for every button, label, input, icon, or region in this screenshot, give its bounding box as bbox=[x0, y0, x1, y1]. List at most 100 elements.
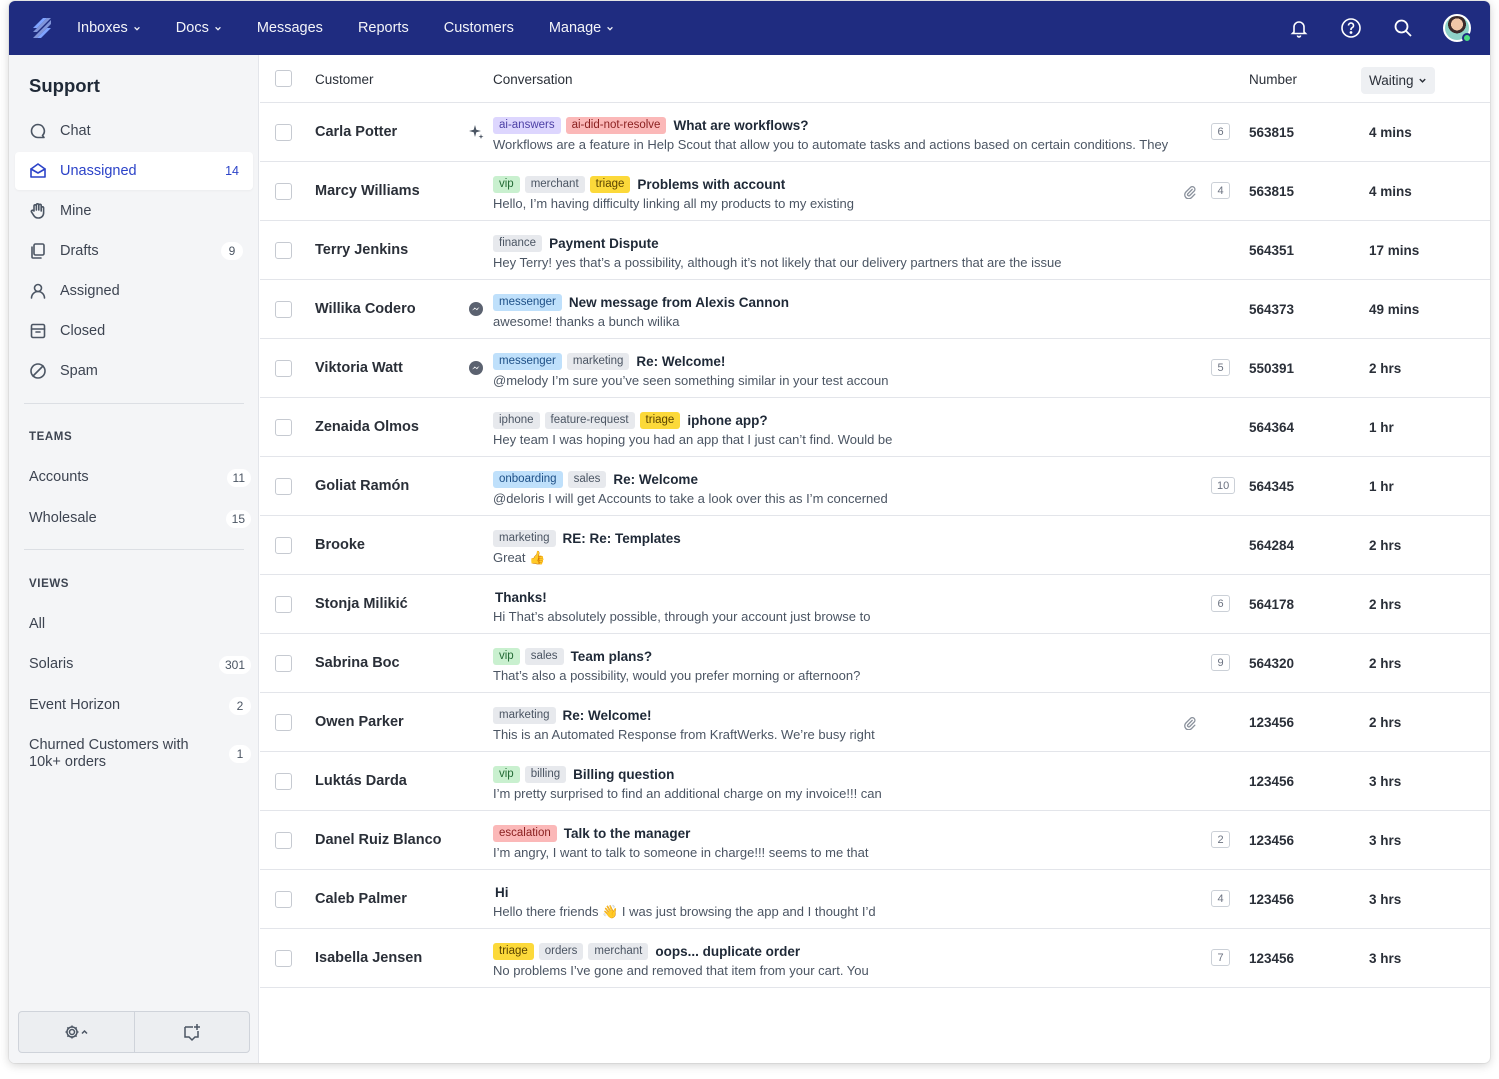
tag-badge[interactable]: messenger bbox=[493, 293, 562, 311]
table-row[interactable]: Goliat Ramón onboarding sales Re: Welcome @d… bbox=[260, 457, 1490, 516]
nav-item-inboxes[interactable]: Inboxes bbox=[77, 20, 141, 36]
sort-dropdown[interactable]: Waiting bbox=[1361, 67, 1435, 94]
tag-badge[interactable]: sales bbox=[524, 647, 564, 665]
row-checkbox[interactable] bbox=[275, 891, 292, 908]
row-checkbox[interactable] bbox=[275, 714, 292, 731]
customer-name[interactable]: Luktás Darda bbox=[315, 773, 407, 789]
table-row[interactable]: Carla Potter ai-answers ai-did-not-resolve… bbox=[260, 103, 1490, 162]
bell-icon[interactable] bbox=[1287, 16, 1311, 40]
row-checkbox[interactable] bbox=[275, 301, 292, 318]
tag-badge[interactable]: triage bbox=[589, 175, 631, 193]
sidebar-team-wholesale[interactable]: Wholesale 15 bbox=[29, 510, 251, 528]
select-all-checkbox[interactable] bbox=[275, 70, 292, 87]
customer-name[interactable]: Carla Potter bbox=[315, 124, 397, 140]
row-checkbox[interactable] bbox=[275, 596, 292, 613]
sidebar-view-item[interactable]: Event Horizon 2 bbox=[29, 697, 251, 715]
row-checkbox[interactable] bbox=[275, 242, 292, 259]
table-row[interactable]: Marcy Williams vip merchant triage Problems … bbox=[260, 162, 1490, 221]
table-row[interactable]: Terry Jenkins finance Payment Dispute Hey T… bbox=[260, 221, 1490, 280]
row-checkbox[interactable] bbox=[275, 655, 292, 672]
tag-badge[interactable]: onboarding bbox=[493, 470, 563, 488]
tag-badge[interactable]: ai-did-not-resolve bbox=[565, 116, 667, 134]
nav-item-docs[interactable]: Docs bbox=[176, 20, 222, 36]
row-checkbox[interactable] bbox=[275, 124, 292, 141]
tag-badge[interactable]: sales bbox=[567, 470, 607, 488]
sidebar-item-unassigned[interactable]: Unassigned 14 bbox=[15, 152, 253, 190]
tag-badge[interactable]: marketing bbox=[566, 352, 630, 370]
tag-badge[interactable]: finance bbox=[493, 234, 543, 252]
sidebar-item-chat[interactable]: Chat bbox=[15, 112, 253, 150]
table-row[interactable]: Viktoria Watt messenger marketing Re: Welco… bbox=[260, 339, 1490, 398]
tag-badge[interactable]: vip bbox=[493, 647, 520, 665]
customer-name[interactable]: Isabella Jensen bbox=[315, 950, 422, 966]
sidebar-view-item[interactable]: Solaris 301 bbox=[29, 656, 251, 674]
row-checkbox[interactable] bbox=[275, 537, 292, 554]
row-checkbox[interactable] bbox=[275, 360, 292, 377]
row-checkbox[interactable] bbox=[275, 478, 292, 495]
tag-badge[interactable]: vip bbox=[493, 765, 520, 783]
nav-item-customers[interactable]: Customers bbox=[444, 20, 514, 36]
new-conversation-button[interactable] bbox=[133, 1012, 250, 1052]
search-icon[interactable] bbox=[1391, 16, 1415, 40]
table-row[interactable]: Isabella Jensen triage orders merchant oops.… bbox=[260, 929, 1490, 988]
table-row[interactable]: Sabrina Boc vip sales Team plans? That’s als… bbox=[260, 634, 1490, 693]
tag-badge[interactable]: escalation bbox=[493, 824, 557, 842]
table-row[interactable]: Luktás Darda vip billing Billing question I’… bbox=[260, 752, 1490, 811]
row-checkbox[interactable] bbox=[275, 950, 292, 967]
sidebar-team-accounts[interactable]: Accounts 11 bbox=[29, 469, 251, 487]
tag-badge[interactable]: ai-answers bbox=[493, 116, 561, 134]
hand-icon bbox=[29, 202, 47, 220]
tag-badge[interactable]: triage bbox=[639, 411, 681, 429]
nav-item-reports[interactable]: Reports bbox=[358, 20, 409, 36]
table-row[interactable]: Danel Ruiz Blanco escalation Talk to the m… bbox=[260, 811, 1490, 870]
nav-item-manage[interactable]: Manage bbox=[549, 20, 614, 36]
customer-name[interactable]: Viktoria Watt bbox=[315, 360, 403, 376]
customer-name[interactable]: Sabrina Boc bbox=[315, 655, 400, 671]
tag-badge[interactable]: feature-request bbox=[544, 411, 635, 429]
help-icon[interactable] bbox=[1339, 16, 1363, 40]
customer-name[interactable]: Goliat Ramón bbox=[315, 478, 409, 494]
sidebar-item-mine[interactable]: Mine bbox=[15, 192, 253, 230]
customer-name[interactable]: Brooke bbox=[315, 537, 365, 553]
sidebar-view-item[interactable]: Churned Customers with 10k+ orders 1 bbox=[29, 737, 251, 771]
helpscout-logo-icon[interactable] bbox=[27, 13, 57, 43]
customer-name[interactable]: Terry Jenkins bbox=[315, 242, 408, 258]
sidebar-item-drafts[interactable]: Drafts 9 bbox=[15, 232, 253, 270]
customer-name[interactable]: Owen Parker bbox=[315, 714, 404, 730]
tag-badge[interactable]: marketing bbox=[493, 706, 556, 724]
customer-name[interactable]: Caleb Palmer bbox=[315, 891, 407, 907]
row-checkbox[interactable] bbox=[275, 832, 292, 849]
sidebar-item-closed[interactable]: Closed bbox=[15, 312, 253, 350]
tag-badge[interactable]: vip bbox=[493, 175, 520, 193]
row-checkbox[interactable] bbox=[275, 773, 292, 790]
avatar[interactable] bbox=[1443, 14, 1472, 43]
table-row[interactable]: Zenaida Olmos iphone feature-request triage… bbox=[260, 398, 1490, 457]
tag-badge[interactable]: marketing bbox=[493, 529, 556, 547]
table-row[interactable]: Owen Parker marketing Re: Welcome! This is … bbox=[260, 693, 1490, 752]
customer-name[interactable]: Marcy Williams bbox=[315, 183, 420, 199]
tag-badge[interactable]: billing bbox=[524, 765, 567, 783]
tag-badge[interactable]: triage bbox=[493, 942, 534, 960]
table-row[interactable]: Willika Codero messenger New message from … bbox=[260, 280, 1490, 339]
sidebar-item-spam[interactable]: Spam bbox=[15, 352, 253, 390]
tag-badge[interactable]: messenger bbox=[493, 352, 562, 370]
tag-badge[interactable]: orders bbox=[538, 942, 584, 960]
table-row[interactable]: Brooke marketing RE: Re: Templates Great 👍 5… bbox=[260, 516, 1490, 575]
customer-name[interactable]: Danel Ruiz Blanco bbox=[315, 832, 442, 848]
row-checkbox[interactable] bbox=[275, 183, 292, 200]
row-checkbox[interactable] bbox=[275, 419, 292, 436]
customer-name[interactable]: Zenaida Olmos bbox=[315, 419, 419, 435]
tag-badge[interactable]: iphone bbox=[493, 411, 540, 429]
settings-button[interactable] bbox=[19, 1012, 134, 1052]
sidebar-view-item[interactable]: All bbox=[29, 616, 251, 633]
customer-name[interactable]: Stonja Milikić bbox=[315, 596, 408, 612]
conversation-header: finance Payment Dispute bbox=[493, 234, 659, 252]
nav-item-messages[interactable]: Messages bbox=[257, 20, 323, 36]
tag-badge[interactable]: merchant bbox=[524, 175, 585, 193]
customer-name[interactable]: Willika Codero bbox=[315, 301, 416, 317]
tag-badge[interactable]: merchant bbox=[588, 942, 649, 960]
conversation-number: 564351 bbox=[1249, 243, 1295, 258]
sidebar-item-assigned[interactable]: Assigned bbox=[15, 272, 253, 310]
table-row[interactable]: Caleb Palmer Hi Hello there friends 👋 I wa… bbox=[260, 870, 1490, 929]
table-row[interactable]: Stonja Milikić Thanks! Hi That’s absolutel… bbox=[260, 575, 1490, 634]
